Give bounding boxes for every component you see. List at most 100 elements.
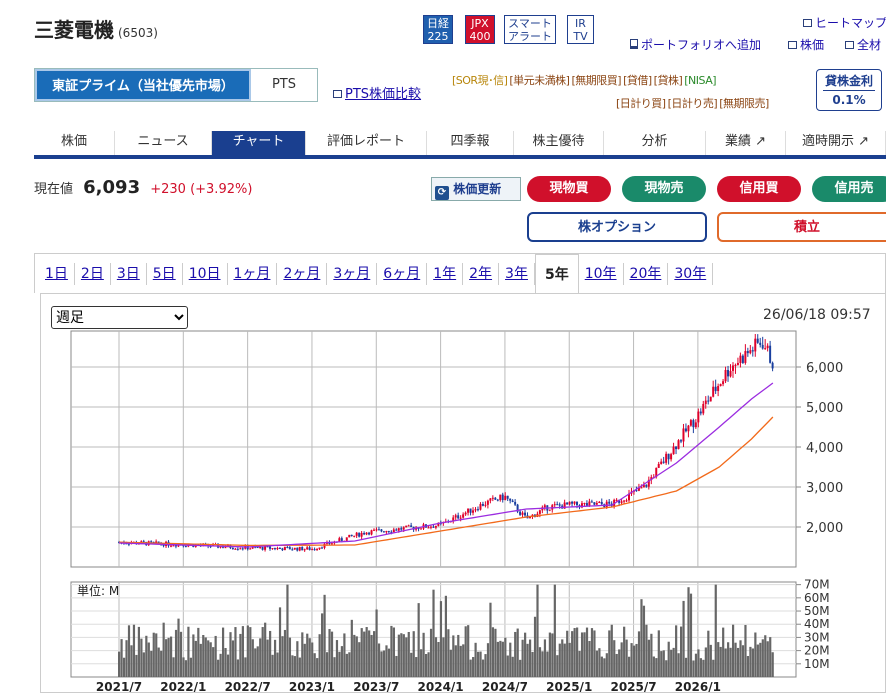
candle-body [719,384,722,387]
nav-tab[interactable]: 適時開示 ↗ [786,131,886,155]
buy-cash-button[interactable]: 現物買 [527,176,611,202]
buy-margin-button[interactable]: 信用買 [717,176,801,202]
volume-bar [494,628,497,677]
ir-tv-badge[interactable]: IR TV [567,15,594,44]
volume-bar [254,648,257,677]
refresh-price-button[interactable]: ⟳ 株価更新 [431,177,521,201]
candle-body [323,543,326,548]
candle-body [568,501,571,505]
period-tab[interactable]: 1年 [427,263,464,285]
volume-bar [462,644,465,677]
nav-tab[interactable]: 株主優待 [514,131,604,155]
period-tab[interactable]: 6ヶ月 [377,263,428,285]
nav-tab[interactable]: 株価 [34,131,115,155]
period-tab[interactable]: 3年 [499,263,535,285]
volume-bar [296,641,299,677]
period-tab[interactable]: 3ヶ月 [327,263,378,285]
stock-option-button[interactable]: 株オプション [527,212,707,242]
volume-bar [662,650,665,677]
volume-bar [600,656,603,677]
stock-price-link[interactable]: 株価 [788,36,824,53]
period-tab[interactable]: 2ヶ月 [277,263,328,285]
candle-body [667,453,670,460]
candle-body [756,338,759,343]
volume-bar [407,631,410,677]
volume-bar [467,625,470,677]
sell-cash-button[interactable]: 現物売 [622,176,706,202]
volume-bar [226,654,230,677]
buy-cash-label: 現物買 [549,181,589,196]
volume-bar [429,628,433,677]
volume-bar [610,624,613,677]
add-portfolio-link[interactable]: ポートフォリオへ追加 [630,36,761,53]
market-tab-pts[interactable]: PTS [251,69,317,101]
volume-bar [234,627,237,677]
market-tab-prime[interactable]: 東証プライム（当社優先市場） [35,69,251,101]
nav-tab[interactable]: チャート [212,131,306,155]
candle-body [472,510,475,513]
all-link[interactable]: 全材 [845,36,881,53]
period-tab[interactable]: 1日 [39,263,75,285]
trade-flag: [日計り売] [667,97,718,110]
candle-body [184,546,187,548]
sell-margin-button[interactable]: 信用売 [812,176,886,202]
volume-bar [449,649,452,677]
volume-bar [707,630,710,677]
candle-body [764,348,767,350]
period-tab[interactable]: 1ヶ月 [228,263,278,285]
candle-body [306,547,309,550]
lending-rate-box[interactable]: 貸株金利 0.1% [816,69,882,111]
volume-bar [551,633,554,677]
nav-tab[interactable]: 評価レポート [306,131,427,155]
period-tab[interactable]: 5日 [147,263,183,285]
candle-body [583,503,586,505]
x-tick-label: 2022/1 [160,680,206,692]
x-tick-label: 2023/7 [353,680,399,692]
candle-body [746,351,749,354]
period-tab[interactable]: 20年 [624,263,669,285]
volume-bar [761,639,764,677]
candle-body [588,501,591,506]
accumulate-button[interactable]: 積立 [717,212,886,242]
candle-body [509,498,512,501]
period-tab[interactable]: 30年 [668,263,714,285]
volume-bar [160,650,163,677]
period-tab[interactable]: 2年 [463,263,500,285]
volume-bar [444,595,447,677]
pts-compare-link[interactable]: PTS株価比較 [333,83,421,102]
volume-bar [590,628,594,677]
nav-tab[interactable]: 業績 ↗ [706,131,786,155]
candle-body [727,369,730,377]
candle-body [311,549,314,551]
volume-bar [506,655,509,677]
volume-bar [751,648,754,677]
volume-bar [328,629,331,677]
company-name-text: 三菱電機 [34,18,114,42]
volume-bar [375,609,378,677]
period-tab[interactable]: 2日 [75,263,111,285]
volume-bar [373,631,376,677]
trade-flag: [SOR現･信] [452,74,508,87]
candle-body [271,548,274,550]
heatmap-link[interactable]: ヒートマップ [803,14,886,31]
period-tab[interactable]: 5年 [534,254,579,294]
volume-bar [667,641,670,677]
candle-body [239,548,242,550]
volume-bar [578,650,581,677]
candle-body [598,501,601,503]
candle-body [677,440,680,450]
volume-bar [355,636,358,677]
nikkei225-badge[interactable]: 日経 225 [423,15,453,44]
volume-bar [370,634,373,677]
volume-bar [457,634,460,677]
jpx400-badge[interactable]: JPX 400 [465,15,495,44]
volume-bar [459,645,462,677]
period-tab[interactable]: 10日 [183,263,228,285]
period-tab[interactable]: 10年 [579,263,624,285]
nav-tab[interactable]: 分析 [604,131,706,155]
smart-alert-badge[interactable]: スマート アラート [504,15,556,44]
nav-tab[interactable]: ニュース [115,131,212,155]
nav-tab[interactable]: 四季報 [427,131,514,155]
volume-bar [642,605,646,677]
period-tab[interactable]: 3日 [111,263,147,285]
